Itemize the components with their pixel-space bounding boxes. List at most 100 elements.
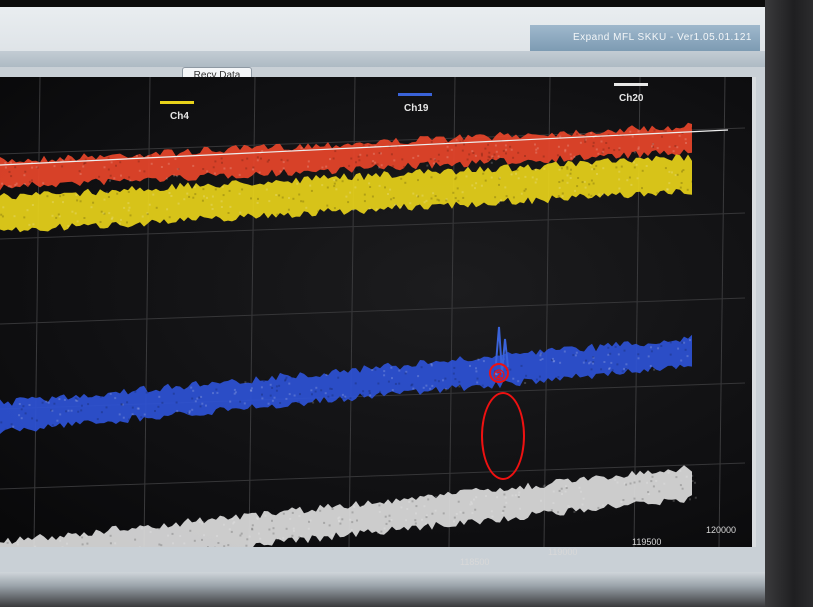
series-speckle	[557, 376, 560, 378]
series-speckle	[109, 392, 112, 395]
series-speckle	[512, 156, 515, 159]
series-speckle	[425, 384, 428, 387]
series-speckle	[239, 534, 242, 537]
series-speckle	[271, 386, 274, 389]
series-speckle	[285, 172, 288, 175]
series-speckle	[109, 174, 112, 177]
series-speckle	[493, 153, 496, 156]
series-speckle	[87, 403, 90, 406]
series-speckle	[134, 390, 137, 393]
series-speckle	[520, 364, 523, 367]
series-speckle	[592, 145, 595, 148]
series-speckle	[86, 542, 89, 545]
series-speckle	[457, 500, 460, 503]
series-speckle	[578, 486, 581, 489]
series-speckle	[87, 395, 90, 398]
series-speckle	[476, 377, 479, 380]
series-speckle	[607, 147, 610, 150]
series-speckle	[298, 193, 301, 196]
series-speckle	[650, 350, 653, 353]
series-speckle	[517, 151, 520, 154]
series-speckle	[552, 360, 555, 363]
series-speckle	[284, 378, 287, 381]
legend-swatch-ch4	[160, 101, 194, 104]
series-speckle	[632, 161, 635, 164]
series-speckle	[103, 198, 106, 201]
series-speckle	[158, 543, 161, 546]
series-speckle	[250, 197, 252, 200]
series-speckle	[279, 538, 282, 541]
series-speckle	[517, 496, 520, 498]
series-speckle	[161, 401, 164, 404]
series-speckle	[694, 496, 697, 499]
series-speckle	[347, 201, 350, 204]
series-speckle	[194, 193, 197, 196]
series-speckle	[647, 355, 650, 358]
series-speckle	[437, 160, 440, 163]
series-speckle	[349, 518, 352, 521]
series-speckle	[539, 359, 542, 361]
series-speckle	[518, 491, 521, 494]
series-speckle	[302, 537, 305, 540]
series-speckle	[456, 187, 459, 190]
series-speckle	[496, 496, 499, 499]
series-speckle	[511, 494, 514, 497]
series-speckle	[564, 490, 567, 493]
series-speckle	[484, 179, 487, 182]
series-band-ch20	[0, 465, 692, 547]
series-speckle	[143, 170, 146, 173]
series-speckle	[272, 532, 275, 535]
series-speckle	[481, 384, 484, 387]
series-speckle	[229, 205, 232, 208]
series-speckle	[420, 366, 423, 369]
series-speckle	[590, 132, 592, 135]
series-speckle	[67, 225, 70, 228]
series-speckle	[471, 512, 474, 515]
series-speckle	[179, 535, 182, 537]
series-speckle	[475, 367, 477, 370]
series-speckle	[597, 506, 600, 509]
series-speckle	[368, 207, 371, 210]
series-speckle	[239, 211, 242, 214]
series-speckle	[482, 172, 485, 175]
series-speckle	[238, 192, 241, 195]
series-speckle	[377, 531, 380, 534]
series-speckle	[275, 194, 278, 196]
series-speckle	[166, 208, 169, 211]
series-speckle	[454, 144, 457, 147]
series-speckle	[672, 150, 675, 153]
series-speckle	[454, 378, 457, 381]
series-speckle	[583, 180, 586, 183]
series-speckle	[480, 184, 483, 187]
series-speckle	[694, 481, 696, 484]
series-speckle	[630, 151, 633, 154]
series-speckle	[46, 195, 49, 198]
series-speckle	[311, 393, 313, 396]
series-speckle	[369, 394, 372, 397]
series-speckle	[319, 509, 322, 512]
series-speckle	[361, 394, 364, 397]
series-speckle	[368, 182, 371, 185]
series-speckle	[590, 368, 593, 371]
series-speckle	[173, 174, 176, 177]
series-speckle	[299, 393, 301, 396]
signal-plot: Ch4 Ch19 Ch20 117000 117500 118000 11850…	[0, 77, 756, 599]
series-speckle	[691, 127, 694, 130]
series-speckle	[26, 185, 29, 188]
series-speckle	[400, 206, 402, 209]
series-speckle	[71, 210, 74, 213]
series-speckle	[13, 215, 16, 218]
series-speckle	[100, 210, 103, 213]
series-speckle	[393, 159, 396, 162]
series-speckle	[520, 192, 523, 195]
series-speckle	[425, 523, 428, 525]
series-speckle	[550, 509, 553, 512]
series-speckle	[481, 154, 483, 157]
series-speckle	[656, 192, 659, 195]
series-speckle	[430, 197, 433, 200]
series-speckle	[417, 179, 419, 182]
series-speckle	[512, 377, 515, 380]
series-speckle	[590, 194, 593, 197]
series-speckle	[669, 353, 672, 356]
series-speckle	[600, 140, 603, 143]
